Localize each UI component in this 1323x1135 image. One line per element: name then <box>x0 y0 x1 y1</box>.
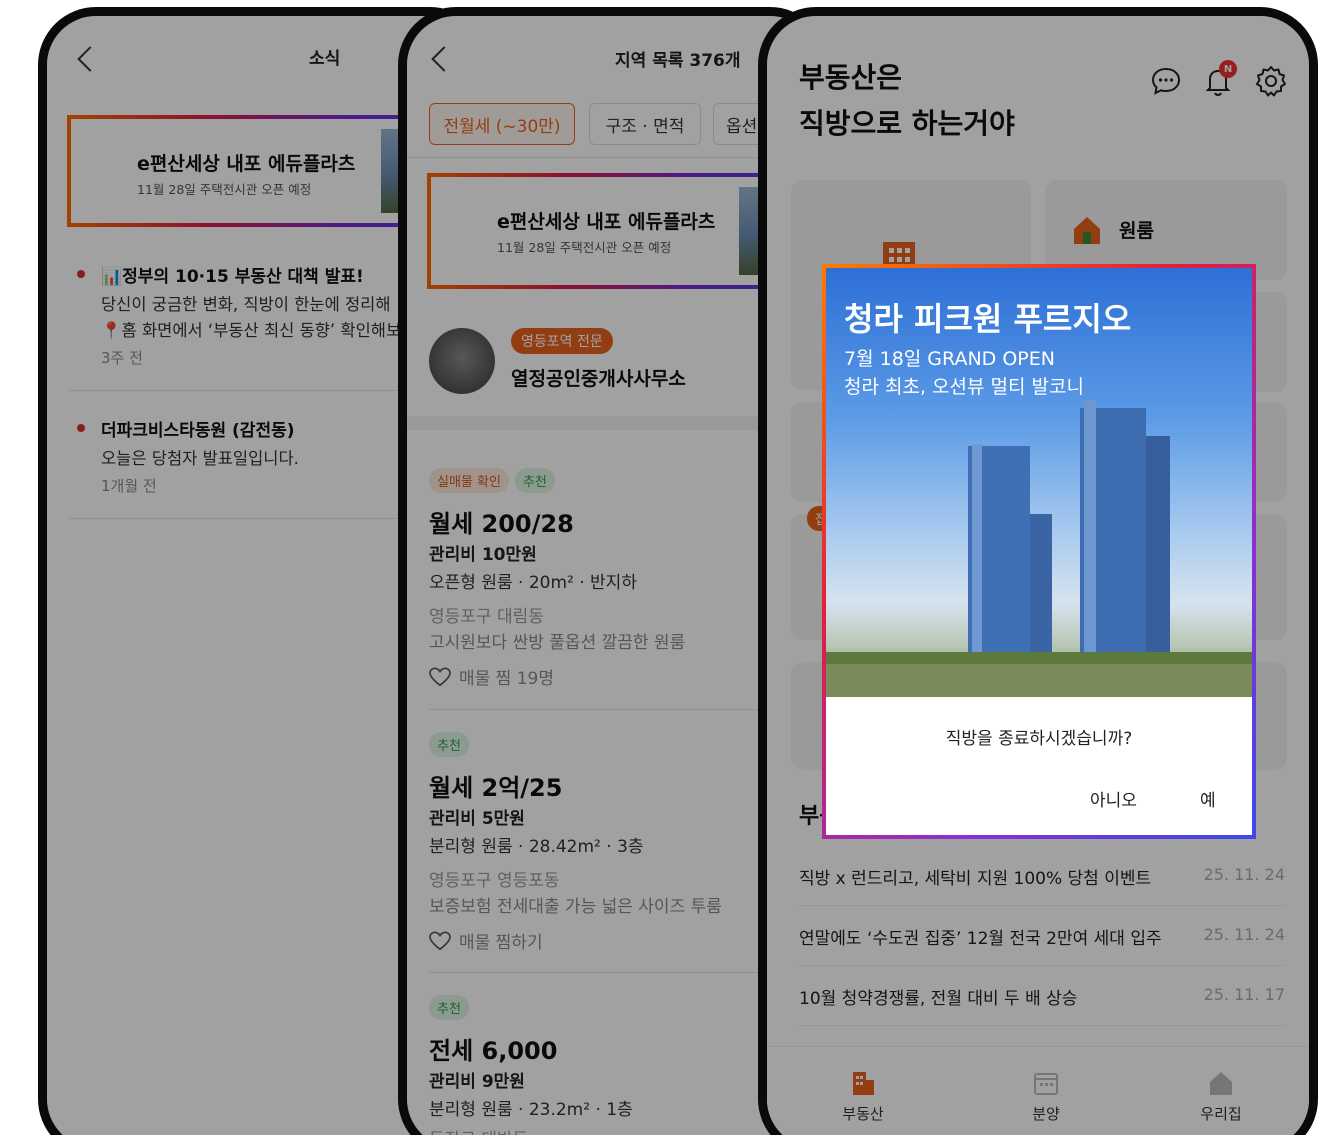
modal-ad-headline: 청라 피크원 푸르지오 <box>844 300 1132 338</box>
listing-location: 동작구 대방동 <box>429 1125 528 1135</box>
news-body-line: 당신이 궁금한 변화, 직방이 한눈에 정리해 <box>101 295 391 314</box>
ad-subtitle: 11월 28일 주택전시관 오픈 예정 <box>137 182 312 197</box>
filter-chip-rent[interactable]: 전월세 (~30만) <box>429 103 575 145</box>
bottom-tab-bar: 부동산 분양 우리집 <box>767 1046 1309 1135</box>
tab-realestate[interactable]: 부동산 <box>813 1069 913 1124</box>
unread-dot <box>77 424 85 432</box>
news-time: 3주 전 <box>101 349 143 367</box>
listing-description: 고시원보다 싼방 풀옵션 깔끔한 원룸 <box>429 633 686 653</box>
tag-recommend: 추천 <box>429 732 469 757</box>
listing-fee: 관리비 10만원 <box>429 545 537 565</box>
modal-ad-subline: 7월 18일 GRAND OPEN <box>844 348 1055 370</box>
filter-chip-structure[interactable]: 구조 · 면적 <box>589 103 701 145</box>
ad-title: e편산세상 내포 에듀플라츠 <box>497 211 716 233</box>
news-time: 1개월 전 <box>101 477 157 495</box>
heart-icon <box>429 931 451 950</box>
listing-spec: 오픈형 원룸 · 20m² · 반지하 <box>429 573 637 593</box>
notice-text: 연말에도 ‘수도권 집중’ 12월 전국 2만여 세대 입주 <box>799 929 1162 949</box>
tab-label: 부동산 <box>842 1105 884 1123</box>
tile-label: 원룸 <box>1119 220 1154 242</box>
notification-badge: N <box>1219 60 1237 78</box>
listing-spec: 분리형 원룸 · 28.42m² · 3층 <box>429 837 644 857</box>
agent-badge: 영등포역 전문 <box>511 328 613 354</box>
home-icon <box>1210 1072 1232 1095</box>
tab-presale[interactable]: 분양 <box>996 1069 1096 1124</box>
building-icon <box>853 1072 874 1095</box>
listing-description: 보증보험 전세대출 가능 넓은 사이즈 투룸 <box>429 897 722 917</box>
tab-label: 우리집 <box>1200 1105 1242 1123</box>
agent-avatar <box>429 328 495 394</box>
page-title: 지역 목록 376개 <box>615 51 741 71</box>
notice-text: 10월 청약경쟁률, 전월 대비 두 배 상승 <box>799 989 1078 1009</box>
tag-recommend: 추천 <box>514 468 555 493</box>
modal-question: 직방을 종료하시겠습니까? <box>945 729 1133 749</box>
tag-verified: 실매물 확인 <box>429 468 509 493</box>
home-heading-line: 직방으로 하는거야 <box>799 107 1015 140</box>
listing-price: 월세 200/28 <box>429 510 574 538</box>
back-chevron-icon[interactable] <box>431 46 457 72</box>
favorite-button[interactable]: 매물 찜하기 <box>429 928 543 953</box>
modal-ad-image[interactable]: 청라 피크원 푸르지오 7월 18일 GRAND OPEN 청라 최초, 오션뷰… <box>826 268 1252 697</box>
news-title: 더파크비스타동원 (감전동) <box>101 421 295 441</box>
notice-text: 직방 x 런드리고, 세탁비 지원 100% 당첨 이벤트 <box>799 869 1152 889</box>
tab-myhome[interactable]: 우리집 <box>1171 1069 1271 1124</box>
listing-fee: 관리비 5만원 <box>429 809 525 829</box>
agent-name: 열정공인중개사사무소 <box>511 368 686 390</box>
favorite-label: 매물 찜하기 <box>459 933 543 953</box>
news-body-line: 오늘은 당첨자 발표일입니다. <box>101 449 299 468</box>
ad-title: e편산세상 내포 에듀플라츠 <box>137 153 356 175</box>
listing-card[interactable]: 실매물 확인 추천 월세 200/28 관리비 10만원 오픈형 원룸 · 20m… <box>429 468 809 708</box>
favorite-button[interactable]: 매물 찜 19명 <box>429 664 554 689</box>
calendar-icon <box>1034 1073 1058 1095</box>
listing-location: 영등포구 대림동 <box>429 607 544 627</box>
notice-row[interactable]: 10월 청약경쟁률, 전월 대비 두 배 상승 25. 11. 17 <box>799 966 1285 1026</box>
house-icon <box>1074 217 1100 244</box>
listing-spec: 분리형 원룸 · 23.2m² · 1층 <box>429 1100 633 1120</box>
ad-subtitle: 11월 28일 주택전시관 오픈 예정 <box>497 240 672 255</box>
listing-price: 월세 2억/25 <box>429 774 563 802</box>
news-title: 📊정부의 10·15 부동산 대책 발표! <box>101 267 364 287</box>
home-heading-line: 부동산은 <box>799 61 903 94</box>
notice-date: 25. 11. 24 <box>1203 865 1285 884</box>
listing-card[interactable]: 추천 전세 6,000 관리비 9만원 분리형 원룸 · 23.2m² · 1층… <box>429 995 809 1135</box>
exit-confirm-modal: 청라 피크원 푸르지오 7월 18일 GRAND OPEN 청라 최초, 오션뷰… <box>822 264 1256 839</box>
listing-card[interactable]: 추천 월세 2억/25 관리비 5만원 분리형 원룸 · 28.42m² · 3… <box>429 732 809 972</box>
notice-date: 25. 11. 24 <box>1203 925 1285 944</box>
page-title: 소식 <box>309 49 341 69</box>
listing-price: 전세 6,000 <box>429 1037 558 1065</box>
modal-ad-subline: 청라 최초, 오션뷰 멀티 발코니 <box>844 376 1084 398</box>
back-chevron-icon[interactable] <box>77 46 103 72</box>
notice-date: 25. 11. 17 <box>1203 985 1285 1004</box>
notice-row[interactable]: 연말에도 ‘수도권 집중’ 12월 전국 2만여 세대 입주 25. 11. 2… <box>799 906 1285 966</box>
tab-label: 분양 <box>1032 1105 1060 1123</box>
favorite-count: 매물 찜 19명 <box>459 669 554 689</box>
notice-row[interactable]: 직방 x 런드리고, 세탁비 지원 100% 당첨 이벤트 25. 11. 24 <box>799 846 1285 906</box>
chat-icon[interactable] <box>1149 64 1183 98</box>
gear-icon[interactable] <box>1254 64 1288 98</box>
unread-dot <box>77 270 85 278</box>
news-body-line: 📍홈 화면에서 ‘부동산 최신 동향’ 확인해보 <box>101 321 402 340</box>
no-button[interactable]: 아니오 <box>1090 786 1137 811</box>
listing-fee: 관리비 9만원 <box>429 1072 525 1092</box>
listing-location: 영등포구 영등포동 <box>429 871 560 891</box>
heart-icon <box>429 667 451 686</box>
yes-button[interactable]: 예 <box>1200 786 1216 811</box>
tag-recommend: 추천 <box>429 995 469 1020</box>
